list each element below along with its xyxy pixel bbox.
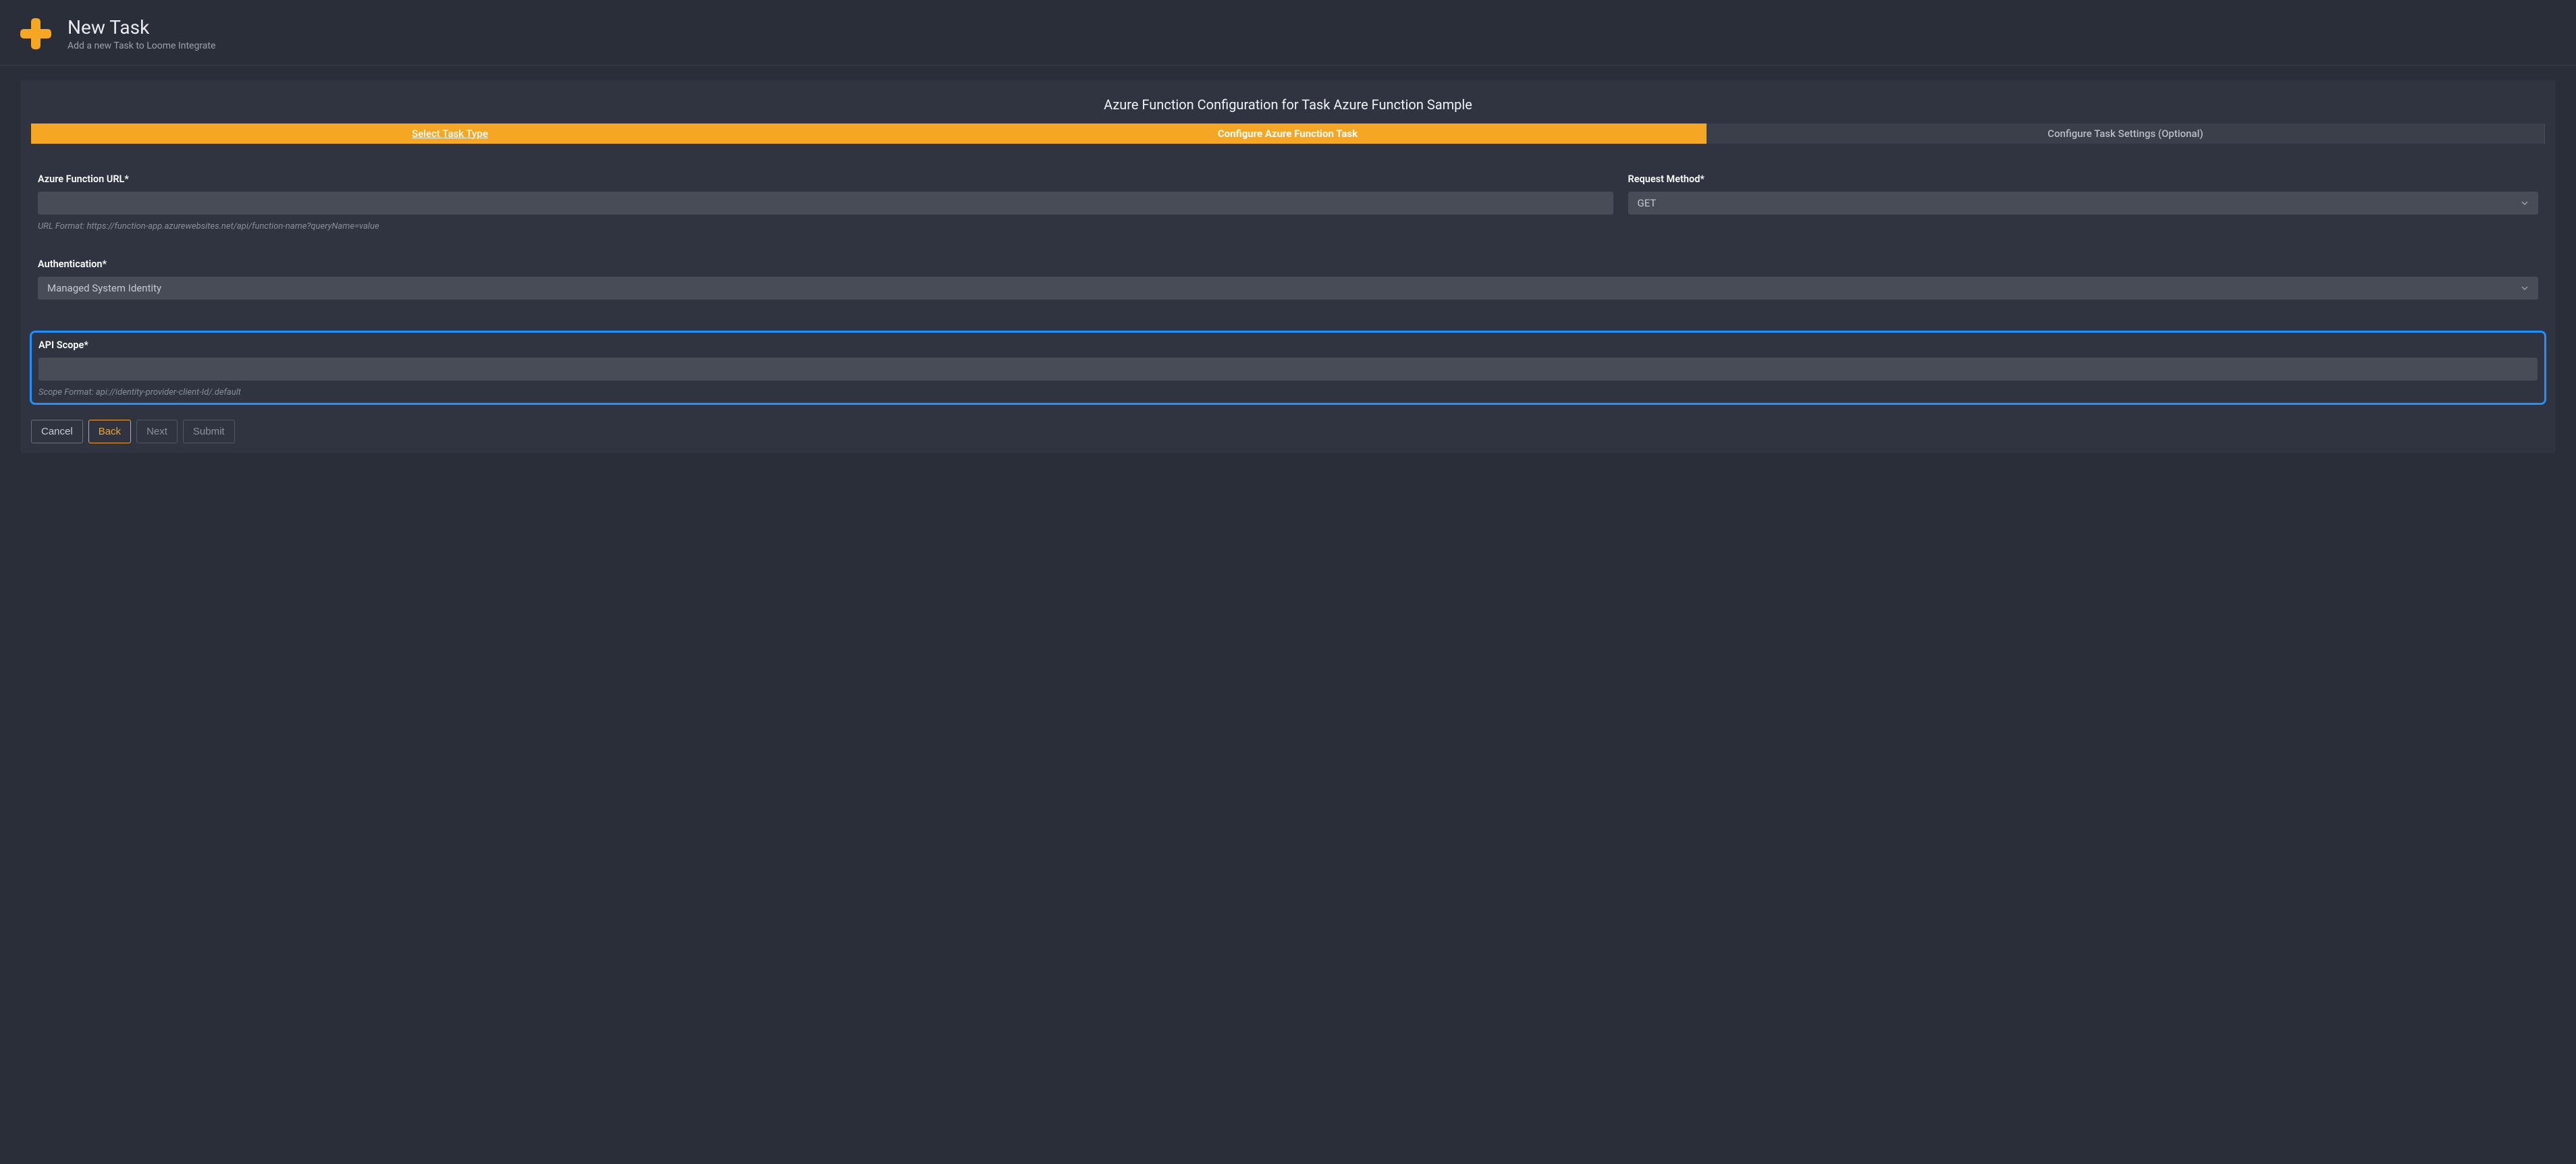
- plus-icon: [19, 17, 53, 51]
- tab-select-task-type[interactable]: Select Task Type: [31, 123, 869, 144]
- url-hint: URL Format: https://function-app.azurewe…: [38, 221, 1613, 231]
- api-scope-highlight: API Scope* Scope Format: api://identity-…: [30, 331, 2546, 405]
- method-label: Request Method*: [1628, 173, 2538, 185]
- tab-configure-azure-function[interactable]: Configure Azure Function Task: [869, 123, 1707, 144]
- scope-label: API Scope*: [38, 339, 2538, 351]
- back-button[interactable]: Back: [88, 420, 131, 443]
- cancel-button[interactable]: Cancel: [31, 420, 83, 443]
- scope-hint: Scope Format: api://identity-provider-cl…: [38, 387, 2538, 397]
- api-scope-input[interactable]: [38, 358, 2538, 381]
- config-panel: Azure Function Configuration for Task Az…: [20, 80, 2556, 453]
- action-bar: Cancel Back Next Submit: [20, 420, 2556, 443]
- tab-configure-task-settings[interactable]: Configure Task Settings (Optional): [1707, 123, 2545, 144]
- wizard-tabs: Select Task Type Configure Azure Functio…: [31, 123, 2545, 144]
- authentication-select[interactable]: Managed System Identity: [38, 277, 2538, 300]
- chevron-down-icon: [2521, 199, 2529, 207]
- page-title: New Task: [68, 16, 215, 39]
- submit-button[interactable]: Submit: [183, 420, 235, 443]
- next-button[interactable]: Next: [136, 420, 178, 443]
- request-method-value: GET: [1638, 197, 1657, 209]
- authentication-value: Managed System Identity: [47, 282, 161, 294]
- page-subtitle: Add a new Task to Loome Integrate: [68, 40, 215, 51]
- chevron-down-icon: [2521, 284, 2529, 292]
- auth-label: Authentication*: [38, 258, 2538, 270]
- panel-title: Azure Function Configuration for Task Az…: [20, 80, 2556, 123]
- request-method-select[interactable]: GET: [1628, 192, 2538, 215]
- azure-function-url-input[interactable]: [38, 192, 1613, 215]
- url-label: Azure Function URL*: [38, 173, 1613, 185]
- page-header: New Task Add a new Task to Loome Integra…: [0, 0, 2576, 65]
